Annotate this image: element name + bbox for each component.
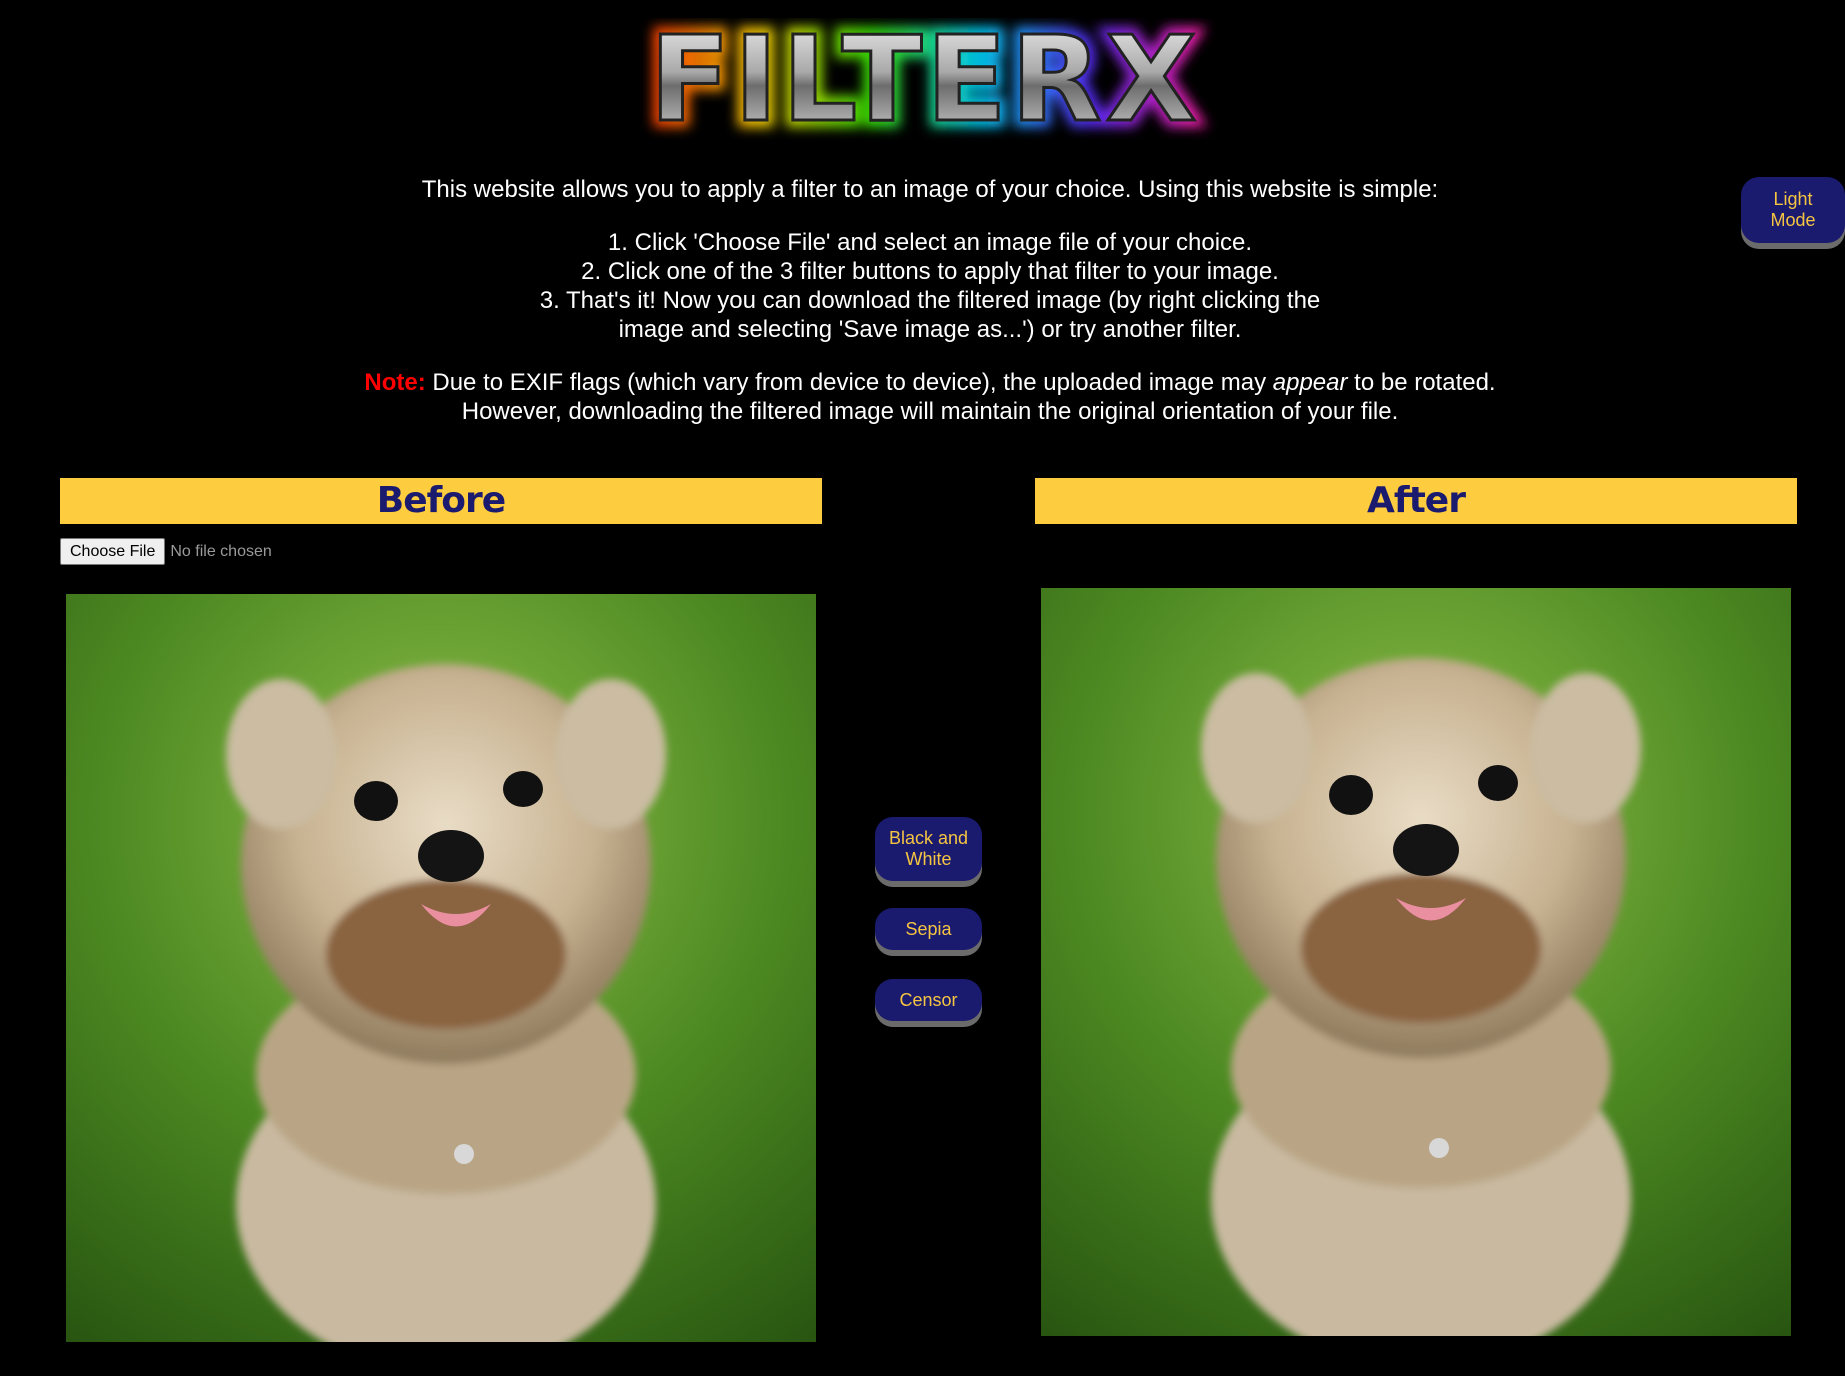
sepia-button[interactable]: Sepia [875,908,982,950]
note-text-end: to be rotated. [1347,369,1496,396]
note-text: Due to EXIF flags (which vary from devic… [425,369,1273,396]
step-item: 1. Click 'Choose File' and select an ima… [607,229,1253,256]
steps-list: 1. Click 'Choose File' and select an ima… [300,228,1560,344]
after-image [1041,588,1791,1336]
before-image [66,594,816,1342]
instructions: This website allows you to apply a filte… [300,175,1560,426]
note-line-2: However, downloading the filtered image … [461,398,1399,425]
light-mode-button[interactable]: Light Mode [1741,177,1845,243]
svg-text:FILTERX: FILTERX [649,18,1200,148]
note: Note: Due to EXIF flags (which vary from… [300,368,1560,397]
censor-button[interactable]: Censor [875,979,982,1021]
choose-file-button[interactable]: Choose File [60,538,166,565]
note-emphasis: appear [1272,369,1348,396]
page: FILTERX FILTERX Light Mode This website … [0,0,1845,1376]
step-item: image and selecting 'Save image as...') … [618,316,1242,343]
after-header: After [1035,478,1797,524]
step-item: 2. Click one of the 3 filter buttons to … [581,258,1279,285]
intro-lead: This website allows you to apply a filte… [421,176,1439,203]
file-status: No file chosen [170,542,272,560]
filterx-logo: FILTERX FILTERX [560,18,1290,148]
black-and-white-button[interactable]: Black and White [875,817,982,881]
step-item: 3. That's it! Now you can download the f… [539,287,1321,314]
before-header: Before [60,478,822,524]
file-input[interactable]: Choose File No file chosen [60,538,272,565]
note-label: Note: [364,369,426,396]
